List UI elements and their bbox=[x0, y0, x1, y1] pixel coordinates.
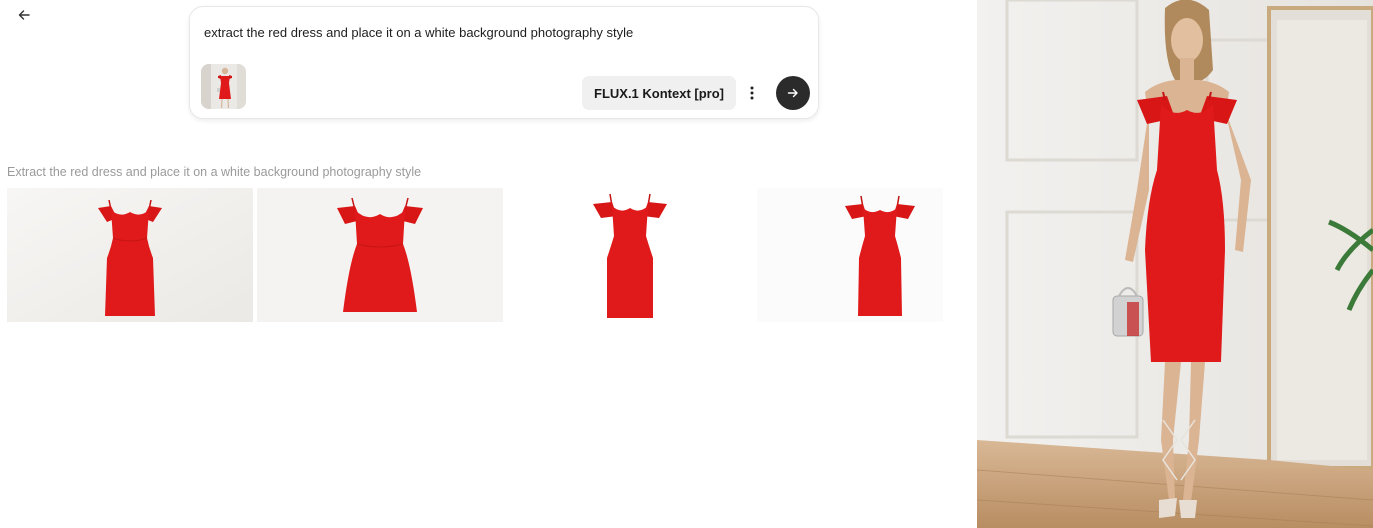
reference-image bbox=[977, 0, 1373, 528]
back-button[interactable] bbox=[12, 4, 36, 26]
result-image-3[interactable] bbox=[507, 188, 753, 322]
send-button[interactable] bbox=[776, 76, 810, 110]
result-caption: Extract the red dress and place it on a … bbox=[7, 165, 422, 179]
model-selector-button[interactable]: FLUX.1 Kontext [pro] bbox=[582, 76, 736, 110]
result-image-2[interactable] bbox=[257, 188, 503, 322]
arrow-left-icon bbox=[18, 10, 30, 20]
more-options-button[interactable] bbox=[740, 81, 764, 105]
results-row bbox=[7, 188, 1003, 322]
prompt-card: extract the red dress and place it on a … bbox=[189, 6, 819, 119]
app-root: extract the red dress and place it on a … bbox=[0, 0, 1373, 528]
arrow-right-icon bbox=[787, 88, 798, 98]
result-image-1[interactable] bbox=[7, 188, 253, 322]
result-image-4[interactable] bbox=[757, 188, 1003, 322]
prompt-text[interactable]: extract the red dress and place it on a … bbox=[204, 24, 633, 42]
input-image-thumbnail[interactable] bbox=[201, 64, 246, 109]
vertical-dots-icon bbox=[750, 86, 754, 100]
